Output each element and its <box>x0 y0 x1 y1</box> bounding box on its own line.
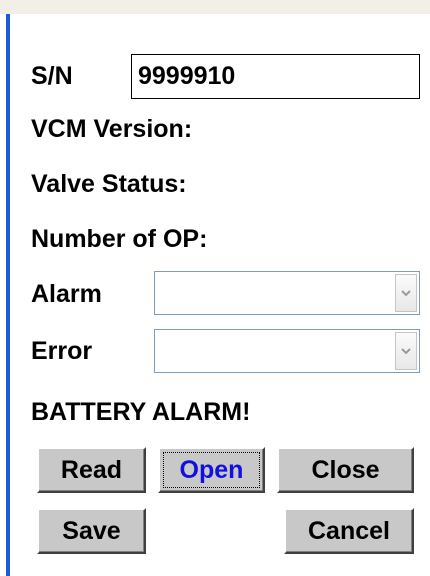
number-of-op-label: Number of OP: <box>31 225 208 253</box>
save-button[interactable]: Save <box>37 508 146 554</box>
read-button[interactable]: Read <box>37 447 146 493</box>
valve-status-label: Valve Status: <box>31 170 187 198</box>
chevron-down-icon[interactable] <box>395 332 417 370</box>
alarm-label: Alarm <box>31 280 102 308</box>
close-button[interactable]: Close <box>277 447 414 493</box>
error-dropdown[interactable] <box>154 329 420 373</box>
cancel-button[interactable]: Cancel <box>284 508 414 554</box>
error-label: Error <box>31 337 93 365</box>
vcm-form-panel: S/N VCM Version: Valve Status: Number of… <box>10 14 430 576</box>
sn-label: S/N <box>31 62 73 90</box>
alarm-dropdown[interactable] <box>154 271 420 315</box>
open-button-label: Open <box>179 456 244 484</box>
title-strip <box>0 0 430 14</box>
open-button[interactable]: Open <box>158 447 265 493</box>
vcm-version-label: VCM Version: <box>31 115 193 143</box>
chevron-down-icon[interactable] <box>395 274 417 312</box>
sn-input[interactable] <box>131 54 420 99</box>
battery-alarm-message: BATTERY ALARM! <box>31 398 251 426</box>
